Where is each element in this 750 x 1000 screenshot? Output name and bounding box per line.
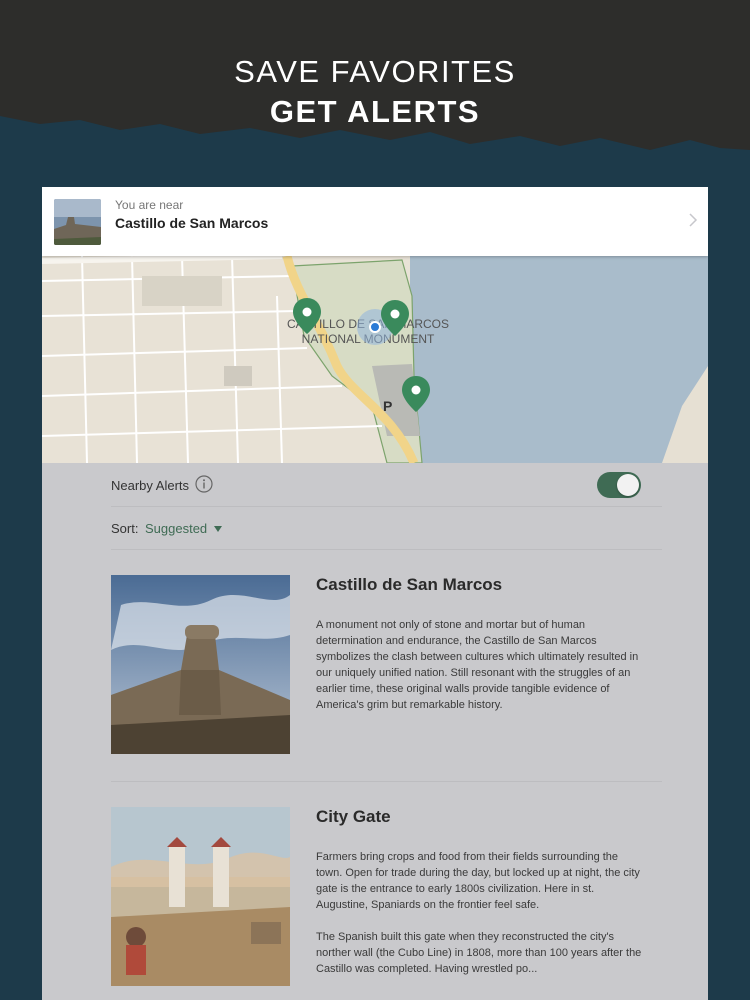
place-description: Farmers bring crops and food from their …	[316, 851, 642, 975]
sort-dropdown[interactable]: Suggested	[145, 521, 207, 536]
app-screen: You are near Castillo de San Marcos DE M…	[42, 187, 708, 1000]
promo-line-2: GET ALERTS	[269, 94, 481, 129]
nearby-alerts-row: Nearby Alerts	[111, 464, 662, 507]
promo-headline: SAVE FAVORITES GET ALERTS	[0, 52, 750, 132]
sort-row: Sort: Suggested	[111, 507, 662, 550]
place-title: City Gate	[316, 807, 391, 826]
user-location-dot	[369, 321, 381, 333]
sort-label: Sort:	[111, 521, 139, 536]
place-image	[111, 575, 290, 754]
nearby-label: You are near	[115, 198, 184, 212]
place-card[interactable]: Castillo de San Marcos A monument not on…	[111, 575, 662, 782]
caret-down-icon[interactable]	[214, 526, 222, 532]
place-description: A monument not only of stone and mortar …	[316, 619, 639, 711]
promo-line-1: SAVE FAVORITES	[234, 54, 516, 89]
nearby-alerts-label: Nearby Alerts	[111, 478, 190, 493]
chevron-right-icon	[689, 213, 698, 227]
nearby-place-name: Castillo de San Marcos	[115, 215, 269, 231]
place-image	[111, 807, 290, 986]
place-card[interactable]: City Gate Farmers bring crops and food f…	[111, 807, 662, 1000]
info-icon[interactable]	[195, 475, 213, 493]
toggle-knob	[617, 474, 639, 496]
nearby-thumbnail	[54, 199, 101, 245]
nearby-location-bar[interactable]: You are near Castillo de San Marcos	[42, 187, 708, 256]
map-view[interactable]: CASTILLO DE SAN MARCOS NATIONAL MONUMENT…	[42, 256, 708, 463]
parking-label: P	[383, 398, 392, 414]
place-title: Castillo de San Marcos	[316, 575, 503, 594]
nearby-alerts-toggle[interactable]	[597, 472, 641, 498]
